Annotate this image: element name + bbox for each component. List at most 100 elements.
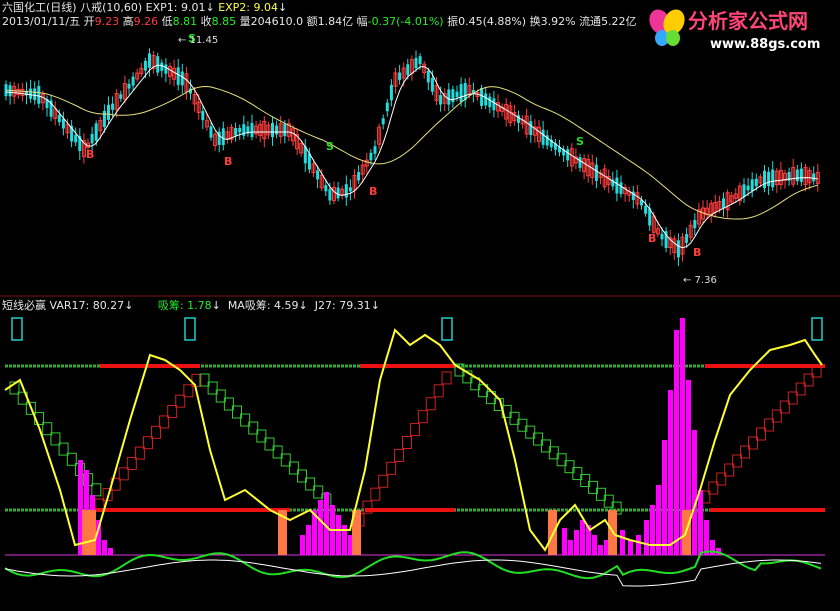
candle-body	[348, 187, 352, 192]
volume-label: 量	[239, 15, 251, 28]
float-label: 流通	[579, 15, 602, 28]
xichou-value: 吸筹: 1.78	[157, 299, 212, 312]
histogram-bar	[668, 390, 673, 555]
candle-body	[742, 184, 746, 198]
top-marker-box	[441, 317, 453, 341]
green-step	[91, 483, 102, 497]
candle-body	[373, 146, 377, 154]
chart-header-line1: 六国化工(日线) 八戒(10,60) EXP1: 9.01↓ EXP2: 9.0…	[2, 1, 287, 14]
candle-body	[455, 91, 459, 97]
turnover-label: 换	[529, 15, 541, 28]
candle-body	[357, 172, 361, 181]
histogram-bar	[562, 528, 567, 555]
red-step	[441, 371, 452, 385]
histogram-bar	[650, 505, 655, 555]
candle-body	[271, 122, 274, 138]
red-step	[433, 384, 444, 398]
histogram-bar	[592, 535, 597, 555]
high-label: 高	[122, 15, 134, 28]
arrow-down-icon: ↓	[298, 299, 308, 312]
candle-body	[578, 157, 582, 168]
watermark-logo: 分析家公式网 www.88gs.com	[646, 4, 836, 58]
candle-body	[57, 115, 61, 123]
red-step	[394, 448, 405, 462]
candle-body	[234, 128, 238, 136]
amount-label: 额	[306, 15, 318, 28]
histogram-bar	[336, 515, 341, 555]
green-step	[58, 442, 69, 456]
red-step	[386, 461, 397, 475]
candle-body	[381, 118, 385, 125]
candle-body	[90, 133, 94, 144]
candle-body	[480, 87, 484, 106]
candle-body	[439, 95, 443, 105]
candle-body	[488, 96, 492, 108]
candle-body	[660, 233, 664, 240]
histogram-bar	[644, 520, 649, 555]
open-label: 开	[83, 15, 95, 28]
candle-body	[722, 198, 725, 209]
var17-value: VAR17: 80.27	[49, 299, 125, 312]
volume-value: 204610.0	[250, 15, 304, 28]
candle-body	[529, 121, 533, 136]
candle-body	[238, 127, 242, 133]
watermark-text: 分析家公式网	[688, 9, 808, 33]
candle-body	[61, 118, 65, 129]
candle-body	[160, 62, 164, 71]
histogram-bar	[636, 535, 641, 555]
candle-body	[693, 220, 697, 229]
red-step	[425, 397, 436, 411]
watermark-url: www.88gs.com	[710, 37, 820, 52]
histogram-bar	[598, 545, 603, 555]
candle-body	[750, 179, 754, 192]
histogram-bar	[318, 500, 323, 555]
amplitude-value: 0.45(4.88%)	[458, 15, 527, 28]
candle-body	[685, 234, 689, 243]
histogram-bar	[108, 548, 113, 555]
candle-body	[127, 83, 131, 89]
candle-body	[812, 173, 816, 182]
chart-title: 六国化工(日线) 八戒(10,60)	[2, 1, 143, 14]
candle-body	[143, 60, 147, 71]
candle-body	[180, 71, 184, 86]
close-value: 8.85	[211, 15, 237, 28]
candle-body	[746, 185, 750, 191]
low-price-annotation: ← 7.36	[683, 275, 717, 286]
candle-body	[484, 93, 488, 106]
candle-body	[324, 185, 328, 192]
buy-signal: B	[648, 232, 656, 245]
histogram-bar	[692, 430, 697, 555]
sell-signal: S	[576, 135, 584, 148]
candle-body	[107, 104, 110, 120]
candle-body	[447, 89, 451, 105]
candle-body	[492, 98, 496, 111]
date-value: 2013/01/11/五	[2, 15, 81, 28]
high-value: 9.26	[133, 15, 159, 28]
candle-body	[119, 94, 123, 99]
candle-body	[275, 125, 279, 135]
green-step	[66, 452, 77, 466]
candle-body	[414, 58, 418, 69]
buy-signal: B	[369, 185, 377, 198]
candle-body	[201, 111, 205, 121]
exp2-value: EXP2: 9.04	[218, 1, 278, 14]
histogram-bar	[568, 540, 573, 555]
candle-body	[406, 64, 410, 76]
histogram-bar	[662, 440, 667, 555]
candle-body	[283, 123, 287, 137]
histogram-bar	[704, 520, 709, 555]
histogram-bar	[306, 525, 311, 555]
candle-body	[102, 110, 106, 128]
amplitude-label: 振	[447, 15, 459, 28]
candle-body	[389, 84, 393, 101]
candle-body	[385, 102, 389, 112]
histogram-bar	[102, 540, 107, 555]
candle-body	[328, 189, 332, 201]
arrow-down-icon: ↓	[211, 299, 221, 312]
candle-body	[767, 171, 771, 187]
ma-long-line	[5, 85, 818, 220]
candle-body	[156, 56, 160, 73]
candle-body	[566, 149, 570, 161]
candle-body	[148, 53, 151, 68]
candle-body	[369, 152, 373, 161]
